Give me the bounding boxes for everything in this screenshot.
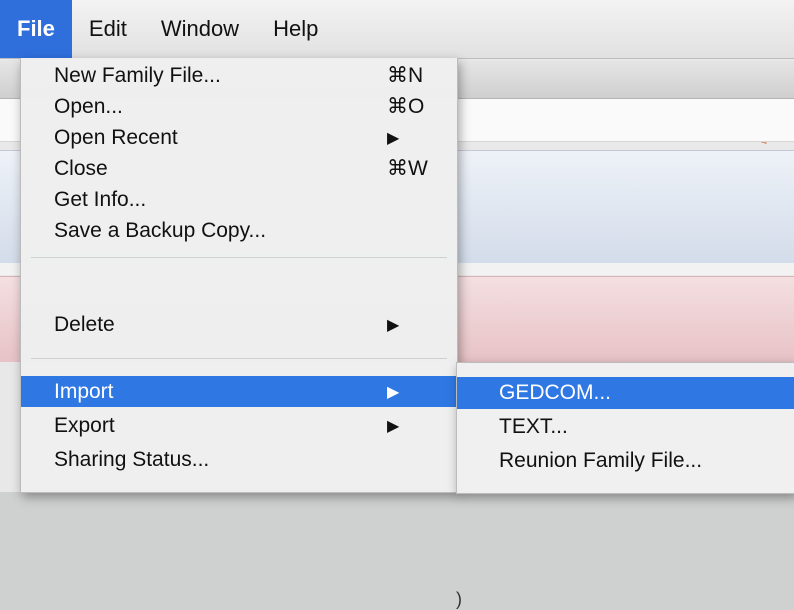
menu-item-save-backup[interactable]: Save a Backup Copy... [21,215,457,246]
submenu-arrow-icon: ▶ [387,417,400,435]
menu-item-get-info[interactable]: Get Info... [21,184,457,215]
menu-window[interactable]: Window [144,0,256,58]
menu-item-delete[interactable]: Delete ▶ [21,309,457,340]
submenu-arrow-icon: ▶ [387,129,400,147]
menu-item-new-family-file[interactable]: New Family File... ⌘N [21,60,457,91]
menu-bar: File Edit Window Help [0,0,794,59]
menu-item-open-recent[interactable]: Open Recent ▶ [21,122,457,153]
submenu-item-gedcom[interactable]: GEDCOM... [457,377,794,409]
submenu-item-text[interactable]: TEXT... [457,411,794,443]
shortcut-label: ⌘N [387,64,424,87]
person-card-pink-text: ) [456,589,462,609]
menu-item-sharing-status[interactable]: Sharing Status... [21,444,457,475]
file-menu-dropdown: New Family File... ⌘N Open... ⌘O Open Re… [20,58,458,493]
shortcut-label: ⌘W [387,157,428,180]
submenu-item-reunion-family-file[interactable]: Reunion Family File... [457,445,794,477]
menu-item-import[interactable]: Import ▶ [21,376,457,407]
menu-item-export[interactable]: Export ▶ [21,410,457,441]
menu-item-close[interactable]: Close ⌘W [21,153,457,184]
menu-help[interactable]: Help [256,0,335,58]
menu-separator [31,257,447,258]
menu-separator [31,358,447,359]
import-submenu: GEDCOM... TEXT... Reunion Family File... [456,362,794,494]
menu-edit[interactable]: Edit [72,0,144,58]
menu-file[interactable]: File [0,0,72,58]
submenu-arrow-icon: ▶ [387,316,400,334]
submenu-arrow-icon: ▶ [387,383,400,401]
menu-item-open[interactable]: Open... ⌘O [21,91,457,122]
shortcut-label: ⌘O [387,95,425,118]
